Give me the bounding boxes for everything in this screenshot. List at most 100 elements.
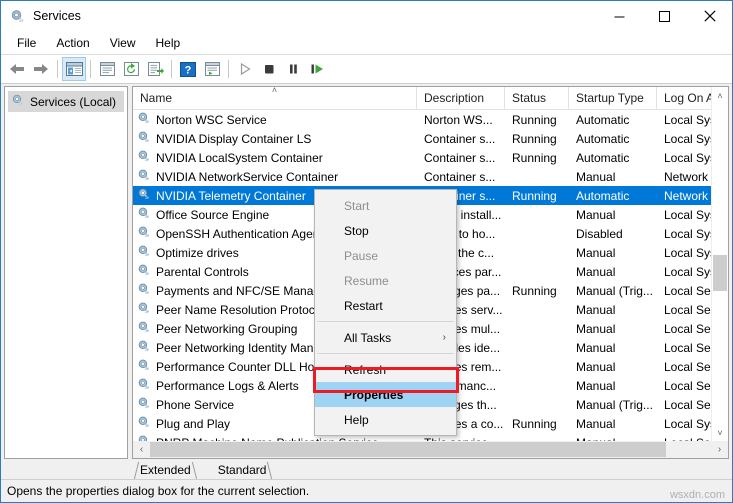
services-gear-icon [9, 8, 26, 25]
vertical-scrollbar[interactable]: ˄ ˅ [711, 87, 728, 441]
cell-log-on-as: Local Sys [664, 112, 717, 127]
table-row[interactable]: Norton WSC Service Norton WS... Running Aut… [133, 110, 728, 129]
service-gear-icon [137, 396, 151, 413]
column-header-status[interactable]: Status [505, 87, 569, 109]
cell-startup-type: Manual (Trig... [576, 283, 653, 298]
horizontal-scrollbar-track[interactable] [150, 441, 711, 458]
export-list-icon[interactable] [143, 57, 167, 81]
minimize-button[interactable] [597, 1, 642, 31]
column-header-startup-type[interactable]: Startup Type [569, 87, 657, 109]
menu-item-label: All Tasks [344, 330, 392, 345]
scroll-left-arrow-icon[interactable]: ‹ [133, 441, 150, 458]
menu-item-label: Help [344, 412, 369, 427]
cell-startup-type: Manual [576, 340, 616, 355]
view-tabs: Extended Standard [1, 459, 732, 479]
scroll-down-arrow-icon[interactable]: ˅ [712, 424, 728, 441]
cell-description: Norton WS... [424, 112, 493, 127]
column-header-log-on-as[interactable]: Log On A [657, 87, 717, 109]
menu-item-refresh[interactable]: Refresh [315, 357, 456, 382]
service-gear-icon [137, 168, 151, 185]
cell-status: Running [512, 283, 557, 298]
play-icon[interactable] [233, 57, 257, 81]
tab-extended-label: Extended [140, 463, 191, 477]
menu-file[interactable]: File [7, 33, 46, 53]
scroll-up-arrow-icon[interactable]: ˄ [712, 87, 728, 104]
cell-startup-type: Manual (Trig... [576, 397, 653, 412]
cell-status: Running [512, 150, 557, 165]
cell-log-on-as: Local Sys [664, 416, 717, 431]
tab-right-slant [267, 462, 282, 479]
context-menu[interactable]: Start Stop Pause Resume Restart All Tasks › Ref… [314, 189, 457, 436]
service-name-label: Performance Counter DLL Host [156, 359, 324, 374]
menu-item-label: Pause [344, 248, 379, 263]
tab-right-slant [191, 462, 206, 479]
service-name-label: Performance Logs & Alerts [156, 378, 299, 393]
restart-icon[interactable] [305, 57, 329, 81]
cell-log-on-as: Local Sys [664, 150, 717, 165]
vertical-scrollbar-thumb[interactable] [713, 255, 727, 291]
menu-item-help[interactable]: Help [315, 407, 456, 432]
menu-item-properties[interactable]: Properties [315, 382, 456, 407]
menu-action[interactable]: Action [46, 33, 99, 53]
menu-item-all-tasks[interactable]: All Tasks › [315, 325, 456, 350]
cell-description: Container s... [424, 131, 496, 146]
help-question-icon[interactable]: ? [176, 57, 200, 81]
cell-log-on-as: Local Ser [664, 321, 715, 336]
table-row[interactable]: NVIDIA NetworkService Container Container… [133, 167, 728, 186]
tree-node-services-local[interactable]: Services (Local) [8, 91, 124, 112]
maximize-button[interactable] [642, 1, 687, 31]
cell-description: Container s... [424, 169, 496, 184]
menu-separator [317, 353, 454, 354]
cell-startup-type: Manual [576, 264, 616, 279]
list-header: Name ˄ Description Status Startup Type L… [133, 87, 728, 110]
tab-standard[interactable]: Standard [208, 462, 282, 479]
cell-log-on-as: Local Ser [664, 340, 715, 355]
column-header-description[interactable]: Description [417, 87, 505, 109]
cell-log-on-as: Local Ser [664, 302, 715, 317]
menu-item-restart[interactable]: Restart [315, 293, 456, 318]
cell-name: Norton WSC Service [133, 111, 417, 128]
cell-log-on-as: Local Ser [664, 378, 715, 393]
horizontal-scrollbar[interactable]: ‹ › [133, 441, 728, 458]
tab-extended[interactable]: Extended [124, 462, 206, 479]
tab-left-slant [124, 462, 140, 479]
submenu-chevron-icon: › [442, 332, 446, 343]
service-gear-icon [137, 263, 151, 280]
menu-separator [317, 321, 454, 322]
action-pane-icon[interactable] [95, 57, 119, 81]
pause-icon[interactable] [281, 57, 305, 81]
menu-item-resume: Resume [315, 268, 456, 293]
cell-name: NVIDIA LocalSystem Container [133, 149, 417, 166]
menu-help[interactable]: Help [146, 33, 191, 53]
close-button[interactable] [687, 1, 732, 31]
service-name-label: Peer Name Resolution Protocol [156, 302, 325, 317]
column-header-description-label: Description [424, 91, 485, 105]
service-gear-icon [137, 130, 151, 147]
table-row[interactable]: NVIDIA LocalSystem Container Container s.… [133, 148, 728, 167]
cell-name: NVIDIA Display Container LS [133, 130, 417, 147]
menu-view[interactable]: View [100, 33, 146, 53]
cell-startup-type: Manual [576, 302, 616, 317]
console-tree-icon[interactable] [62, 57, 86, 81]
scroll-right-arrow-icon[interactable]: › [711, 441, 728, 458]
cell-log-on-as: Local Sys [664, 226, 717, 241]
service-gear-icon [137, 206, 151, 223]
service-name-label: Payments and NFC/SE Manager [156, 283, 331, 298]
menu-item-label: Resume [344, 273, 389, 288]
service-gear-icon [137, 149, 151, 166]
table-row[interactable]: NVIDIA Display Container LS Container s..… [133, 129, 728, 148]
cell-startup-type: Manual [576, 378, 616, 393]
arrow-left-icon[interactable] [5, 57, 29, 81]
watermark: wsxdn.com [669, 489, 725, 501]
refresh-icon[interactable] [119, 57, 143, 81]
service-gear-icon [137, 377, 151, 394]
tree-node-label: Services (Local) [30, 94, 117, 109]
properties-icon[interactable] [200, 57, 224, 81]
column-header-name[interactable]: Name ˄ [133, 87, 417, 109]
cell-log-on-as: Local Sys [664, 245, 717, 260]
service-gear-icon [137, 415, 151, 432]
arrow-right-icon[interactable] [29, 57, 53, 81]
horizontal-scrollbar-thumb[interactable] [150, 442, 667, 457]
stop-square-icon[interactable] [257, 57, 281, 81]
menu-item-stop[interactable]: Stop [315, 218, 456, 243]
